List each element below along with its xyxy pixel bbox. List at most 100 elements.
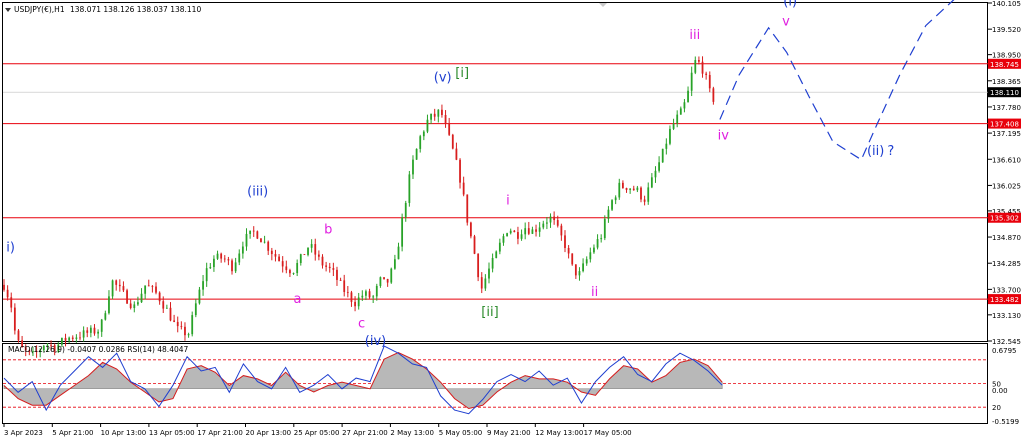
- candle-body: [647, 187, 650, 202]
- level-badge-label: 135.302: [990, 215, 1019, 223]
- wave-label: iii: [689, 28, 700, 43]
- candle-body: [393, 259, 396, 269]
- candle-body: [549, 216, 552, 223]
- candle-body: [545, 222, 548, 224]
- candle-body: [585, 259, 588, 264]
- candle-body: [509, 230, 512, 234]
- candle-body: [477, 253, 480, 278]
- time-tick-label: 2 May 13:00: [390, 429, 434, 437]
- candle-body: [68, 337, 71, 341]
- wave-label: ?: [887, 144, 894, 159]
- time-tick-label: 5 May 05:00: [439, 429, 483, 437]
- candle-body: [661, 148, 664, 163]
- candle-body: [213, 258, 215, 268]
- wave-label: (v): [434, 70, 452, 85]
- candle-body: [629, 188, 632, 190]
- candle-body: [6, 289, 9, 298]
- candle-body: [346, 291, 349, 293]
- price-tick-label: 138.365: [992, 78, 1021, 86]
- candle-body: [249, 230, 252, 234]
- candle-body: [506, 233, 508, 237]
- wave-label: i): [6, 240, 15, 255]
- candle-body: [339, 279, 342, 281]
- candle-body: [151, 286, 154, 288]
- candle-body: [361, 295, 364, 298]
- candle-body: [79, 337, 81, 339]
- candle-body: [596, 239, 599, 248]
- candle-body: [256, 231, 259, 239]
- time-axis: 3 Apr 2023 5 Apr 21:00 10 Apr 13:00 13 Apr …: [3, 424, 632, 437]
- candle-body: [701, 61, 704, 74]
- candle-body: [397, 246, 400, 260]
- candle-body: [582, 263, 584, 272]
- candle-body: [698, 60, 700, 62]
- ohlc-label: 138.071 138.126 138.037 138.110: [70, 5, 201, 14]
- candle-body: [611, 200, 613, 210]
- price-tick-label: 134.870: [992, 234, 1021, 242]
- candle-body: [502, 236, 505, 243]
- candle-body: [618, 182, 621, 198]
- candle-body: [571, 253, 574, 265]
- time-tick-label: 13 Apr 05:00: [149, 429, 195, 437]
- candle-body: [180, 326, 183, 327]
- candle-body: [372, 296, 375, 298]
- macd-tick-label: 20: [992, 404, 1001, 412]
- price-tick-label: 133.700: [992, 286, 1021, 294]
- candle-body: [227, 259, 230, 261]
- macd-tick-label: 0.00: [992, 387, 1008, 395]
- candle-body: [357, 297, 360, 307]
- price-tick-label: 136.025: [992, 182, 1021, 190]
- candle-body: [658, 162, 660, 171]
- candle-body: [625, 188, 628, 190]
- candle-body: [527, 228, 530, 234]
- candle-body: [444, 114, 447, 124]
- candle-body: [459, 159, 461, 183]
- current-price-label: 138.110: [990, 89, 1019, 97]
- candle-body: [317, 254, 320, 257]
- macd-tick-label: -0.5199: [992, 418, 1019, 426]
- candle-body: [589, 252, 592, 260]
- level-badge-label: 138.745: [990, 61, 1019, 69]
- candle-body: [285, 266, 288, 271]
- candle-body: [538, 227, 541, 232]
- candle-body: [336, 269, 338, 280]
- candle-body: [162, 301, 165, 309]
- candle-body: [325, 265, 328, 267]
- candle-body: [712, 88, 715, 102]
- candle-body: [368, 291, 371, 298]
- candle-body: [473, 236, 476, 254]
- candle-body: [484, 278, 487, 289]
- candle-body: [61, 337, 63, 345]
- candle-body: [448, 123, 451, 135]
- candle-body: [379, 277, 382, 286]
- time-tick-label: 9 May 21:00: [487, 429, 531, 437]
- candle-body: [354, 301, 356, 307]
- candle-body: [513, 230, 516, 233]
- wave-label: c: [358, 316, 365, 331]
- candle-body: [332, 268, 335, 270]
- candle-body: [118, 284, 121, 287]
- candle-body: [296, 262, 299, 274]
- candle-body: [126, 290, 128, 304]
- candle-body: [147, 285, 150, 287]
- time-tick-label: 17 May 05:00: [584, 429, 632, 437]
- wave-label: ii: [591, 285, 598, 300]
- candle-body: [654, 170, 657, 178]
- candle-body: [3, 284, 5, 290]
- candle-body: [553, 216, 556, 221]
- candle-body: [683, 102, 686, 109]
- candle-body: [140, 293, 143, 303]
- candle-body: [71, 337, 74, 339]
- macd-tick-label: 0.6795: [992, 347, 1017, 355]
- candle-body: [390, 268, 393, 283]
- candle-body: [488, 268, 490, 279]
- candle-body: [231, 260, 233, 272]
- candle-body: [270, 250, 273, 255]
- candle-body: [567, 247, 570, 254]
- wave-label: (i): [783, 0, 797, 9]
- candle-body: [165, 307, 168, 309]
- candle-body: [13, 307, 16, 331]
- candle-body: [292, 273, 295, 274]
- candle-body: [498, 242, 501, 252]
- candle-body: [383, 277, 385, 279]
